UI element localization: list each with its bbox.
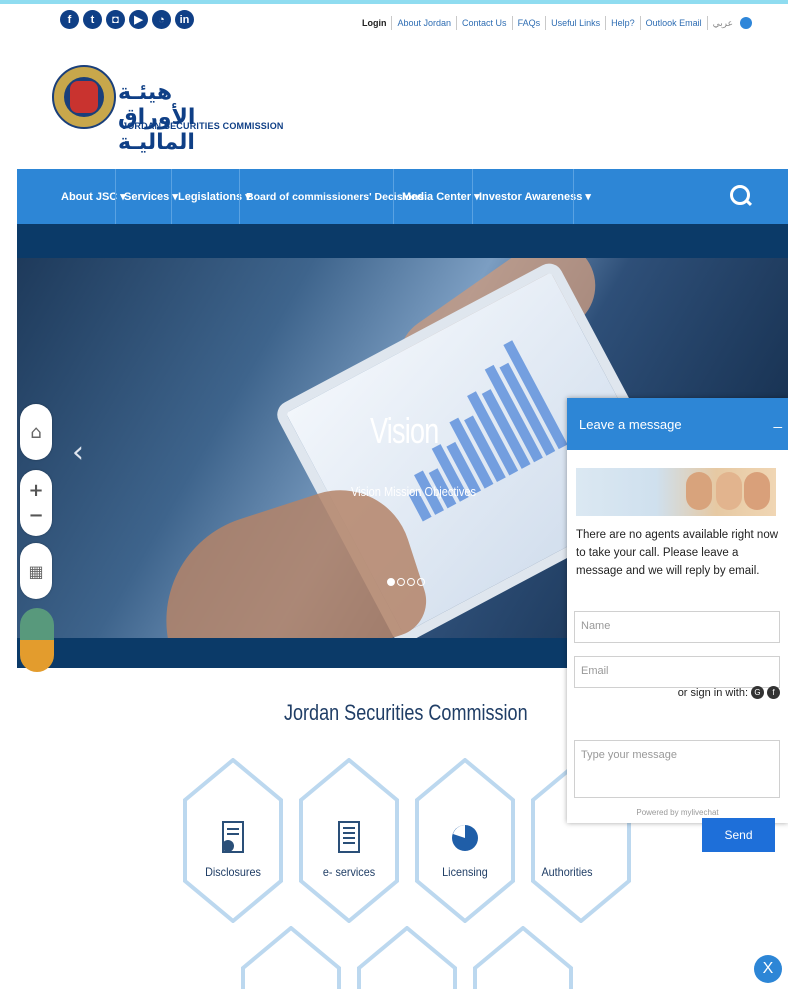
nav-media-center[interactable]: Media Center ▾ (402, 169, 480, 224)
login-link[interactable]: Login (357, 16, 393, 30)
calendar-icon[interactable]: ▦ (20, 543, 52, 599)
slider-dot[interactable] (397, 578, 405, 586)
zoom-out-icon[interactable]: − (28, 505, 43, 526)
pie-chart-icon (451, 820, 479, 856)
twitter-icon[interactable]: t (83, 10, 102, 29)
chat-header-title: Leave a message (579, 416, 682, 432)
tile-label: Authorities (541, 865, 593, 879)
top-links-bar: Login About Jordan Contact Us FAQs Usefu… (357, 16, 752, 30)
social-links: f t ◘ ▶ ◔ in (60, 10, 194, 29)
nav-divider (239, 169, 240, 224)
nav-board-decisions[interactable]: Board of commissioners' Decisions (246, 169, 424, 224)
google-icon[interactable]: G (751, 686, 764, 699)
youtube-icon[interactable]: ▶ (129, 10, 148, 29)
slider-prev-arrow[interactable]: ‹ (72, 435, 84, 470)
facebook-icon[interactable]: f (767, 686, 780, 699)
send-button[interactable]: Send (702, 818, 775, 852)
jsc-logo[interactable] (52, 65, 116, 129)
nav-divider (115, 169, 116, 224)
chat-offline-message: There are no agents available right now … (576, 529, 779, 577)
agent-avatar (744, 472, 770, 510)
color-switcher[interactable] (20, 608, 54, 672)
agent-avatar (716, 472, 742, 510)
logo-crest (70, 81, 98, 113)
tile-label: Disclosures (205, 865, 261, 879)
useful-links-link[interactable]: Useful Links (546, 16, 607, 30)
section-title: Jordan Securities Commission (284, 700, 528, 725)
nav-divider (573, 169, 574, 224)
tile-licensing[interactable]: Licensing (415, 758, 515, 923)
tile-e-services[interactable]: e- services (299, 758, 399, 923)
hexagon-frame-lower (357, 925, 457, 989)
powered-by-link[interactable]: Powered by mylivechat (567, 808, 788, 817)
home-icon[interactable]: ⌂ (20, 404, 52, 460)
chat-agents-image (576, 468, 776, 516)
tile-label: Licensing (442, 865, 488, 879)
chat-header[interactable]: Leave a message _ (567, 398, 788, 450)
search-icon[interactable] (730, 185, 750, 205)
org-name-arabic: هيئـة الأوراق الماليـة (118, 80, 196, 155)
zoom-control: + − (20, 470, 52, 536)
slider-dot[interactable] (417, 578, 425, 586)
help-link[interactable]: Help? (606, 16, 641, 30)
nav-divider (472, 169, 473, 224)
signin-label: or sign in with: (677, 686, 748, 699)
linkedin-icon[interactable]: in (175, 10, 194, 29)
slider-dot[interactable] (407, 578, 415, 586)
hero-subtitle[interactable]: Vision Mission Objectives (351, 484, 476, 499)
minimize-icon[interactable]: _ (774, 412, 782, 429)
nav-divider (393, 169, 394, 224)
top-accent-line (0, 0, 788, 4)
nav-about-jsc[interactable]: About JSC ▾ (61, 169, 126, 224)
faqs-link[interactable]: FAQs (513, 16, 547, 30)
tile-label: e- services (322, 865, 376, 879)
chat-message-textarea[interactable]: Type your message (574, 740, 780, 798)
color-swatch-green[interactable] (20, 608, 54, 640)
instagram-icon[interactable]: ◘ (106, 10, 125, 29)
contact-us-link[interactable]: Contact Us (457, 16, 513, 30)
close-chat-button[interactable]: X (754, 955, 782, 983)
zoom-in-icon[interactable]: + (28, 480, 43, 501)
live-chat-widget: Leave a message _ There are no agents av… (567, 398, 788, 852)
agent-avatar (686, 472, 712, 510)
nav-divider (171, 169, 172, 224)
list-document-icon (335, 820, 363, 856)
hexagon-frame-lower (473, 925, 573, 989)
nav-services[interactable]: Services ▾ (124, 169, 178, 224)
globe-icon[interactable] (740, 17, 752, 29)
rss-icon[interactable]: ◔ (152, 10, 171, 29)
org-name-english: JORDAN SECURITIES COMMISSION (122, 121, 284, 131)
hero-title: Vision (370, 410, 439, 451)
hexagon-frame-lower (241, 925, 341, 989)
slider-dot[interactable] (387, 578, 395, 586)
chat-name-input[interactable]: Name (574, 611, 780, 643)
outlook-email-link[interactable]: Outlook Email (641, 16, 708, 30)
chat-email-input[interactable]: Email (574, 656, 780, 688)
main-nav: About JSC ▾ Services ▾ Legislations ▾ Bo… (17, 169, 788, 224)
nav-underband (17, 224, 788, 258)
arabic-language-link[interactable]: عربي (708, 16, 738, 30)
social-signin: or sign in with: G f (678, 686, 780, 699)
tile-disclosures[interactable]: Disclosures (183, 758, 283, 923)
about-jordan-link[interactable]: About Jordan (392, 16, 458, 30)
slider-dots (387, 578, 425, 586)
nav-investor-awareness[interactable]: Investor Awareness ▾ (479, 169, 591, 224)
facebook-icon[interactable]: f (60, 10, 79, 29)
document-icon (219, 820, 247, 856)
